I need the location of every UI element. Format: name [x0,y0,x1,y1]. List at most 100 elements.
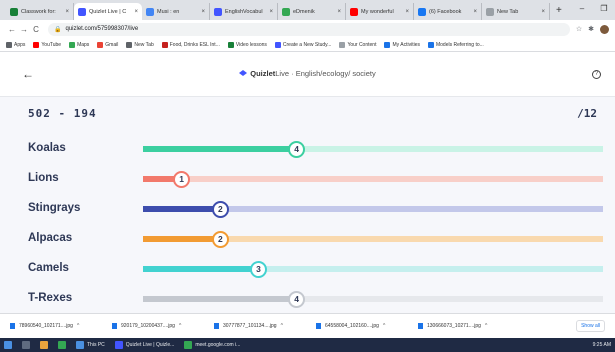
bookmark-item[interactable]: My Activities [384,41,420,48]
close-tab-icon[interactable]: × [269,9,273,15]
tab-title: Classwork for: [21,8,56,15]
windows-taskbar: This PC Quizlet Live | Quizle... meet.goog… [0,338,615,352]
download-item[interactable]: 64558004_102160....jpg ^ [316,323,408,329]
bookmark-icon [69,41,76,48]
progress-fill [143,296,297,302]
close-tab-icon[interactable]: × [541,9,545,15]
chevron-up-icon[interactable]: ^ [77,323,79,329]
close-tab-icon[interactable]: × [134,9,138,15]
minimize-button[interactable]: – [571,0,593,18]
taskbar-label: This PC [87,342,105,348]
bookmark-label: YouTube [41,41,62,48]
browser-tab[interactable]: My wonderful × [346,3,414,20]
bookmark-item[interactable]: YouTube [33,41,62,48]
app-icon [114,341,123,349]
extension-icon[interactable]: ✱ [588,25,594,33]
browser-tab[interactable]: Quizlet Live | C × [74,3,142,20]
tab-title: My wonderful [361,8,394,15]
lock-icon: 🔒 [54,26,62,33]
bookmark-item[interactable]: Video lessons [227,41,267,48]
team-name: Alpacas [28,232,73,244]
bookmark-item[interactable]: Your Content [339,41,377,48]
downloads-bar: 78960540_102171....jpg ^ 920179_10200437..… [0,313,615,338]
taskbar-app[interactable]: meet.google.com i... [184,341,240,349]
browser-tab[interactable]: (6) Facebook × [414,3,482,20]
chevron-up-icon[interactable]: ^ [485,323,487,329]
bookmark-label: Your Content [347,41,377,48]
team-score-badge: 2 [211,201,229,218]
tab-title: Musi : en [157,8,180,15]
close-tab-icon[interactable]: × [65,9,69,15]
url-input[interactable]: 🔒 quizlet.com/575998307/live [48,22,570,36]
bookmark-item[interactable]: Models Referring to... [427,41,484,48]
help-icon[interactable]: ? [592,70,601,79]
browser-tab[interactable]: EnglishVocabul × [210,3,278,20]
windows-start-icon[interactable] [4,341,12,349]
download-item[interactable]: 920179_10200437....jpg ^ [112,323,204,329]
team-name: Lions [28,172,59,184]
facebook-icon [418,7,426,16]
app-icon [76,341,84,349]
browser-tab[interactable]: Classwork for: × [6,3,74,20]
chevron-up-icon[interactable]: ^ [383,323,385,329]
tab-title: New Tab [497,8,519,15]
bookmark-icon [33,41,40,48]
image-file-icon [214,323,219,329]
browser-tab[interactable]: eDmenik × [278,3,346,20]
progress-bar: 4 [143,141,603,158]
download-item[interactable]: 130666073_10271....jpg ^ [418,323,510,329]
bookmark-item[interactable]: Food, Drinks ESL Int... [161,41,220,48]
bookmark-item[interactable]: Apps [6,41,25,48]
download-filename: 130666073_10271....jpg [427,323,481,329]
taskbar-app[interactable]: Quizlet Live | Quizle... [114,341,174,349]
close-tab-icon[interactable]: × [201,9,205,15]
team-row-stingrays: Stingrays 2 [28,199,603,219]
progress-track [143,176,603,182]
bookmark-label: Create a New Study... [282,41,332,48]
quizlet-header: ← QuizletLive · English/ecology/ society… [0,53,615,97]
browser-tab[interactable]: Musi : en × [142,3,210,20]
forward-nav-icon[interactable]: → [18,25,30,34]
team-score-badge: 4 [288,291,306,308]
bookmark-item[interactable]: Create a New Study... [274,41,332,48]
reload-icon[interactable]: C [30,25,42,34]
chrome-icon[interactable] [58,341,66,349]
back-nav-icon[interactable]: ← [6,25,18,34]
quizlet-icon [78,7,86,16]
team-row-camels: Camels 3 [28,259,603,279]
close-tab-icon[interactable]: × [405,9,409,15]
download-filename: 920179_10200437....jpg [121,323,175,329]
image-file-icon [10,323,15,329]
music-icon [146,7,154,16]
bookmark-icon [384,41,391,48]
youtube-icon [350,7,358,16]
search-icon[interactable] [22,341,30,349]
chevron-up-icon[interactable]: ^ [179,323,181,329]
new-tab-button[interactable]: + [556,3,562,20]
team-name: T-Rexes [28,292,73,304]
progress-bar: 1 [143,171,603,188]
maximize-button[interactable]: ❐ [593,0,615,18]
download-filename: 78960540_102171....jpg [19,323,73,329]
bookmark-item[interactable]: Maps [69,41,89,48]
window-controls: – ❐ [571,0,615,18]
download-item[interactable]: 30777877_101134....jpg ^ [214,323,306,329]
close-tab-icon[interactable]: × [473,9,477,15]
star-icon[interactable]: ☆ [576,25,582,33]
bookmark-icon [6,41,12,48]
browser-tab[interactable]: New Tab × [482,3,550,20]
bookmark-item[interactable]: Gmail [97,41,118,48]
bookmark-item[interactable]: New Tab [126,41,154,48]
close-tab-icon[interactable]: × [337,9,341,15]
taskbar-app[interactable]: This PC [76,341,105,349]
tab-title: (6) Facebook [429,8,462,15]
chevron-up-icon[interactable]: ^ [281,323,283,329]
download-item[interactable]: 78960540_102171....jpg ^ [10,323,102,329]
team-name: Stingrays [28,202,81,214]
team-score-badge: 3 [250,261,267,278]
bookmark-icon [161,41,168,48]
team-row-alpacas: Alpacas 2 [28,229,603,249]
file-explorer-icon[interactable] [40,341,48,349]
avatar[interactable] [600,24,609,34]
show-all-button[interactable]: Show all [576,320,605,332]
